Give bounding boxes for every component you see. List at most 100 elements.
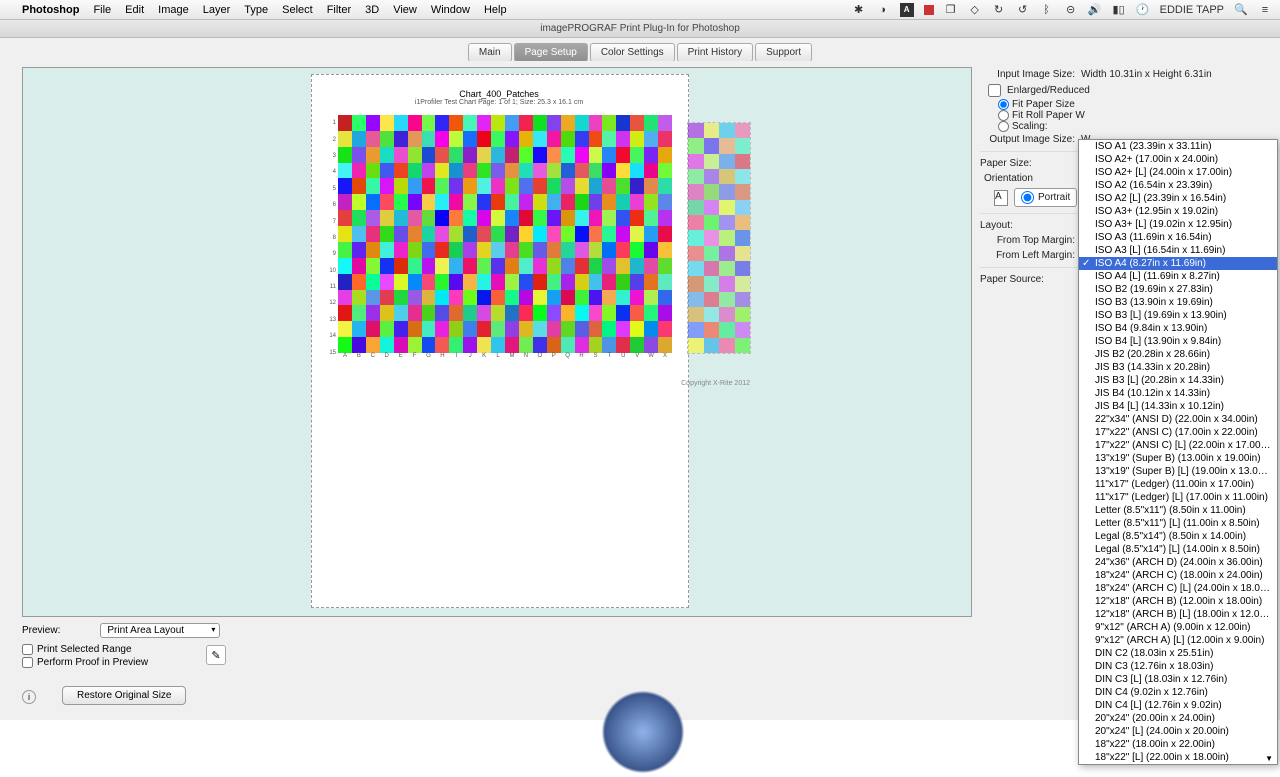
- paper-size-option[interactable]: DIN C4 (9.02in x 12.76in): [1079, 686, 1277, 699]
- print-selected-checkbox[interactable]: [22, 644, 33, 655]
- menu-view[interactable]: View: [393, 4, 417, 16]
- paper-size-option[interactable]: Letter (8.5"x11") [L] (11.00in x 8.50in): [1079, 517, 1277, 530]
- preview-select[interactable]: Print Area Layout: [100, 623, 220, 638]
- paper-size-option[interactable]: 13"x19" (Super B) [L] (19.00in x 13.00in…: [1079, 465, 1277, 478]
- paper-size-dropdown[interactable]: ISO A1 (23.39in x 33.11in)ISO A2+ (17.00…: [1078, 139, 1278, 765]
- status-icon[interactable]: ✱: [852, 3, 866, 17]
- fit-roll-radio[interactable]: [998, 110, 1009, 121]
- info-icon[interactable]: i: [22, 690, 36, 704]
- spotlight-icon[interactable]: 🔍: [1234, 3, 1248, 17]
- paper-size-option[interactable]: 18"x24" (ARCH C) (18.00in x 24.00in): [1079, 569, 1277, 582]
- paper-size-option[interactable]: JIS B4 (10.12in x 14.33in): [1079, 387, 1277, 400]
- paper-size-option[interactable]: DIN C3 (12.76in x 18.03in): [1079, 660, 1277, 673]
- paper-size-option[interactable]: ISO B3 (13.90in x 19.69in): [1079, 296, 1277, 309]
- record-icon[interactable]: [924, 5, 934, 15]
- paper-size-option[interactable]: ISO A3+ [L] (19.02in x 12.95in): [1079, 218, 1277, 231]
- paper-size-option[interactable]: 17"x22" (ANSI C) (17.00in x 22.00in): [1079, 426, 1277, 439]
- paper-size-option[interactable]: Legal (8.5"x14") [L] (14.00in x 8.50in): [1079, 543, 1277, 556]
- paper-size-option[interactable]: 22"x34" (ANSI D) (22.00in x 34.00in): [1079, 413, 1277, 426]
- perform-proof-label: Perform Proof in Preview: [37, 657, 148, 668]
- paper-size-option[interactable]: JIS B4 [L] (14.33in x 10.12in): [1079, 400, 1277, 413]
- paper-size-option[interactable]: JIS B3 [L] (20.28in x 14.33in): [1079, 374, 1277, 387]
- app-menu[interactable]: Photoshop: [22, 4, 79, 16]
- paper-size-option[interactable]: 17"x22" (ANSI C) [L] (22.00in x 17.00in): [1079, 439, 1277, 452]
- paper-size-option[interactable]: 20"x24" (20.00in x 24.00in): [1079, 712, 1277, 725]
- dropbox-icon[interactable]: ◇: [968, 3, 982, 17]
- paper-size-option[interactable]: ISO A3 [L] (16.54in x 11.69in): [1079, 244, 1277, 257]
- paper-size-option[interactable]: ISO A2 (16.54in x 23.39in): [1079, 179, 1277, 192]
- fit-paper-radio[interactable]: [998, 99, 1009, 110]
- paper-size-option[interactable]: 11"x17" (Ledger) [L] (17.00in x 11.00in): [1079, 491, 1277, 504]
- menu-type[interactable]: Type: [244, 4, 268, 16]
- creative-cloud-icon[interactable]: ◑: [876, 3, 890, 17]
- paper-size-option[interactable]: 12"x18" (ARCH B) (12.00in x 18.00in): [1079, 595, 1277, 608]
- paper-size-option[interactable]: JIS B3 (14.33in x 20.28in): [1079, 361, 1277, 374]
- paper-size-option[interactable]: ISO A3 (11.69in x 16.54in): [1079, 231, 1277, 244]
- volume-icon[interactable]: 🔊: [1088, 3, 1102, 17]
- paper-size-option[interactable]: DIN C4 [L] (12.76in x 9.02in): [1079, 699, 1277, 712]
- menu-select[interactable]: Select: [282, 4, 313, 16]
- paper-size-option[interactable]: JIS B2 (20.28in x 28.66in): [1079, 348, 1277, 361]
- paper-size-option[interactable]: ISO B4 [L] (13.90in x 9.84in): [1079, 335, 1277, 348]
- paper-size-option[interactable]: DIN C3 [L] (18.03in x 12.76in): [1079, 673, 1277, 686]
- menu-filter[interactable]: Filter: [327, 4, 351, 16]
- menu-file[interactable]: File: [93, 4, 111, 16]
- clock-icon[interactable]: 🕐: [1136, 3, 1150, 17]
- paper-size-option[interactable]: Letter (8.5"x11") (8.50in x 11.00in): [1079, 504, 1277, 517]
- proof-icon[interactable]: ✎: [206, 645, 226, 665]
- tab-page-setup[interactable]: Page Setup: [514, 43, 588, 62]
- paper-size-option[interactable]: 13"x19" (Super B) (13.00in x 19.00in): [1079, 452, 1277, 465]
- paper-size-option[interactable]: 18"x22" [L] (22.00in x 18.00in): [1079, 751, 1277, 764]
- paper-size-option[interactable]: 9"x12" (ARCH A) [L] (12.00in x 9.00in): [1079, 634, 1277, 647]
- paper-size-option[interactable]: ISO A2 [L] (23.39in x 16.54in): [1079, 192, 1277, 205]
- paper-size-option[interactable]: 12"x18" (ARCH B) [L] (18.00in x 12.00in): [1079, 608, 1277, 621]
- orientation-select[interactable]: Portrait: [1014, 188, 1077, 207]
- menu-layer[interactable]: Layer: [203, 4, 231, 16]
- tab-main[interactable]: Main: [468, 43, 512, 62]
- chart-subtitle: i1Profiler Test Chart Page: 1 of 1; Size…: [316, 99, 682, 106]
- paper-size-option[interactable]: ISO A4 [L] (11.69in x 8.27in): [1079, 270, 1277, 283]
- menu-image[interactable]: Image: [158, 4, 189, 16]
- sync-icon[interactable]: ↻: [992, 3, 1006, 17]
- notifications-icon[interactable]: ≡: [1258, 3, 1272, 17]
- adobe-icon[interactable]: A: [900, 3, 914, 17]
- tab-support[interactable]: Support: [755, 43, 812, 62]
- menu-window[interactable]: Window: [431, 4, 470, 16]
- portrait-icon[interactable]: A: [994, 190, 1008, 206]
- dropdown-scroll-icon[interactable]: ▼: [1265, 754, 1273, 763]
- paper-size-option[interactable]: ISO A4 (8.27in x 11.69in): [1079, 257, 1277, 270]
- paper-size-option[interactable]: ISO A2+ [L] (24.00in x 17.00in): [1079, 166, 1277, 179]
- displays-icon[interactable]: ❐: [944, 3, 958, 17]
- tab-color-settings[interactable]: Color Settings: [590, 43, 675, 62]
- battery-icon[interactable]: ▮▯: [1112, 3, 1126, 17]
- wifi-icon[interactable]: ⊝: [1064, 3, 1078, 17]
- paper-size-option[interactable]: 9"x12" (ARCH A) (9.00in x 12.00in): [1079, 621, 1277, 634]
- user-menu[interactable]: EDDIE TAPP: [1160, 4, 1224, 16]
- left-margin-label: From Left Margin:: [980, 250, 1075, 261]
- restore-button[interactable]: Restore Original Size: [62, 686, 186, 705]
- enlarged-checkbox[interactable]: [988, 84, 1001, 97]
- bluetooth-icon[interactable]: ᛒ: [1040, 3, 1054, 17]
- paper-size-option[interactable]: 20"x24" [L] (24.00in x 20.00in): [1079, 725, 1277, 738]
- paper-size-option[interactable]: Legal (8.5"x14") (8.50in x 14.00in): [1079, 530, 1277, 543]
- paper-size-option[interactable]: 11"x17" (Ledger) (11.00in x 17.00in): [1079, 478, 1277, 491]
- paper-size-option[interactable]: 14"x17" (14.00in x 17.00in): [1079, 764, 1277, 765]
- paper-size-option[interactable]: 18"x24" (ARCH C) [L] (24.00in x 18.00in): [1079, 582, 1277, 595]
- timemachine-icon[interactable]: ↺: [1016, 3, 1030, 17]
- tab-print-history[interactable]: Print History: [677, 43, 753, 62]
- paper-size-option[interactable]: ISO B2 (19.69in x 27.83in): [1079, 283, 1277, 296]
- menu-help[interactable]: Help: [484, 4, 507, 16]
- portrait-radio[interactable]: [1021, 191, 1034, 204]
- perform-proof-checkbox[interactable]: [22, 657, 33, 668]
- paper-size-option[interactable]: 18"x22" (18.00in x 22.00in): [1079, 738, 1277, 751]
- menu-edit[interactable]: Edit: [125, 4, 144, 16]
- menu-3d[interactable]: 3D: [365, 4, 379, 16]
- paper-size-option[interactable]: 24"x36" (ARCH D) (24.00in x 36.00in): [1079, 556, 1277, 569]
- paper-size-option[interactable]: ISO A1 (23.39in x 33.11in): [1079, 140, 1277, 153]
- paper-size-option[interactable]: ISO B3 [L] (19.69in x 13.90in): [1079, 309, 1277, 322]
- paper-size-option[interactable]: ISO B4 (9.84in x 13.90in): [1079, 322, 1277, 335]
- paper-size-option[interactable]: ISO A3+ (12.95in x 19.02in): [1079, 205, 1277, 218]
- paper-size-option[interactable]: DIN C2 (18.03in x 25.51in): [1079, 647, 1277, 660]
- scaling-radio[interactable]: [998, 121, 1009, 132]
- paper-size-option[interactable]: ISO A2+ (17.00in x 24.00in): [1079, 153, 1277, 166]
